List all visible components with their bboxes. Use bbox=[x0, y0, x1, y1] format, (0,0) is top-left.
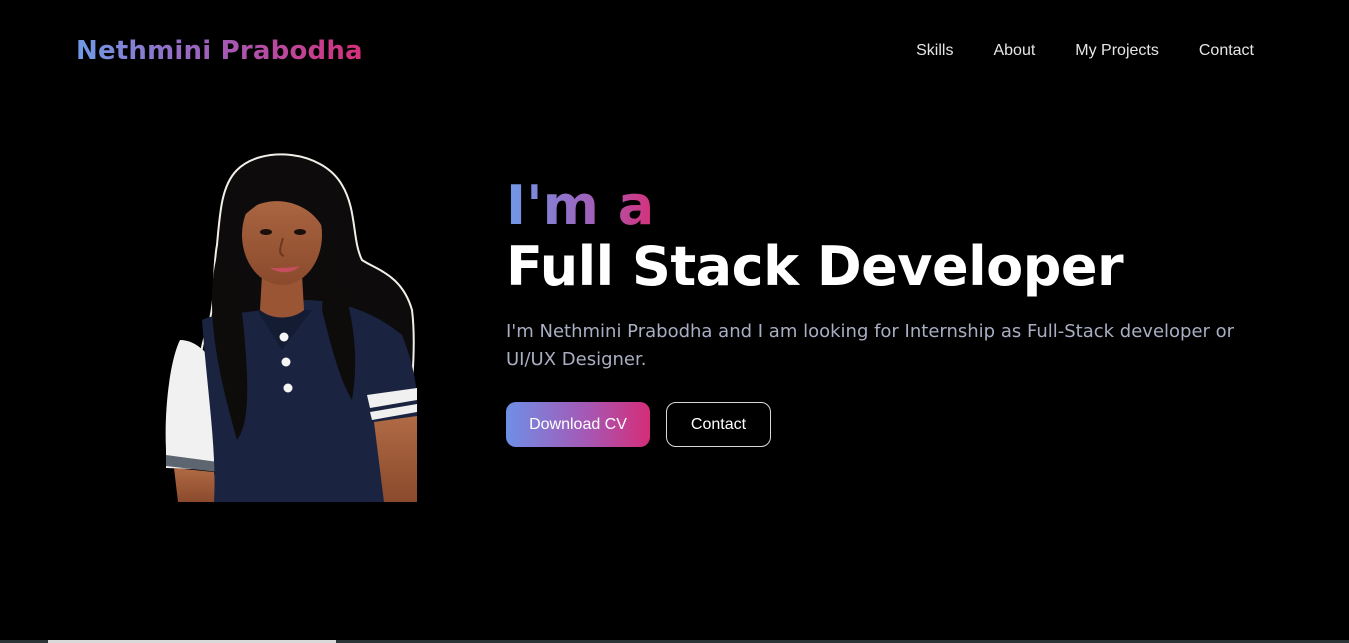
hero-buttons: Download CV Contact bbox=[506, 402, 1266, 447]
download-cv-button[interactable]: Download CV bbox=[506, 402, 650, 447]
nav-link-contact[interactable]: Contact bbox=[1199, 40, 1254, 62]
hero-role-title: Full Stack Developer bbox=[506, 235, 1124, 298]
hero-description: I'm Nethmini Prabodha and I am looking f… bbox=[506, 321, 1235, 370]
nav-link-my-projects[interactable]: My Projects bbox=[1075, 40, 1159, 62]
hero-section: I'm a Full Stack Developer I'm Nethmini … bbox=[506, 176, 1266, 447]
nav-link-about[interactable]: About bbox=[993, 40, 1035, 62]
portfolio-page: Nethmini Prabodha Skills About My Projec… bbox=[0, 0, 1349, 643]
nav-link-skills[interactable]: Skills bbox=[916, 40, 953, 62]
hero-intro: I'm a bbox=[506, 174, 655, 237]
profile-photo bbox=[165, 153, 418, 502]
contact-button[interactable]: Contact bbox=[666, 402, 771, 447]
main-nav: Skills About My Projects Contact bbox=[916, 40, 1254, 62]
brand-logo[interactable]: Nethmini Prabodha bbox=[76, 32, 363, 70]
